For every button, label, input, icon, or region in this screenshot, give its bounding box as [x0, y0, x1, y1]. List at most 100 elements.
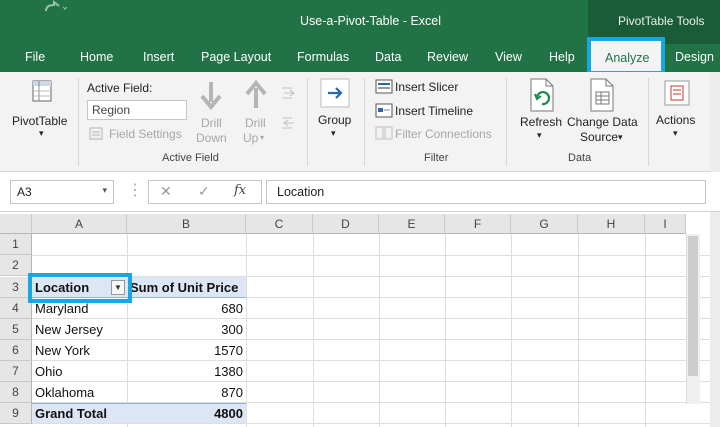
pivot-row-value[interactable]: 680 — [130, 298, 243, 319]
insert-function-icon[interactable]: fx — [234, 183, 246, 198]
pivottable-button-label[interactable]: PivotTable — [12, 114, 67, 128]
name-box-dropdown-icon[interactable]: ▾ — [102, 185, 107, 196]
row-header-9[interactable]: 9 — [0, 403, 32, 424]
group-icon[interactable] — [320, 78, 350, 111]
window-edge — [710, 72, 720, 427]
worksheet-grid[interactable] — [0, 214, 710, 427]
ribbon-separator — [307, 78, 308, 166]
formula-input[interactable]: Location — [266, 180, 706, 204]
row-header-8[interactable]: 8 — [0, 382, 32, 403]
ribbon-separator — [364, 78, 365, 166]
group-button-label[interactable]: Group — [318, 113, 351, 127]
grand-total-value[interactable]: 4800 — [130, 403, 243, 424]
change-data-source-label-line2[interactable]: Source — [580, 130, 618, 144]
column-header-d[interactable]: D — [313, 214, 379, 234]
active-field-label: Active Field: — [87, 81, 153, 95]
column-header-f[interactable]: F — [445, 214, 511, 234]
document-title: Use-a-Pivot-Table - Excel — [300, 14, 442, 28]
column-header-c[interactable]: C — [246, 214, 313, 234]
filter-connections-icon — [375, 126, 393, 143]
pivot-row-value[interactable]: 1570 — [130, 340, 243, 361]
pivottable-icon[interactable] — [32, 80, 52, 105]
change-data-source-icon[interactable] — [588, 78, 618, 115]
refresh-dropdown-icon[interactable]: ▾ — [537, 130, 542, 141]
actions-dropdown-icon[interactable]: ▾ — [673, 128, 678, 139]
tab-formulas[interactable]: Formulas — [297, 50, 349, 64]
tab-analyze[interactable]: Analyze — [605, 51, 649, 65]
column-header-a[interactable]: A — [32, 214, 127, 234]
tab-help[interactable]: Help — [549, 50, 575, 64]
insert-timeline-button[interactable]: Insert Timeline — [395, 104, 473, 118]
pivot-row-label[interactable]: New Jersey — [35, 319, 103, 340]
enter-formula-icon[interactable]: ✓ — [198, 183, 210, 200]
refresh-button-label[interactable]: Refresh — [520, 115, 562, 129]
drill-up-dropdown-icon[interactable]: ▾ — [260, 133, 264, 142]
pivot-row-label[interactable]: New York — [35, 340, 90, 361]
drill-up-label[interactable]: Drill — [245, 116, 266, 130]
tab-view[interactable]: View — [495, 50, 522, 64]
gridline — [445, 234, 446, 427]
pivot-row-value[interactable]: 1380 — [130, 361, 243, 382]
field-settings-icon — [89, 127, 103, 143]
collapse-field-icon[interactable] — [280, 116, 296, 133]
change-data-source-label[interactable]: Change Data — [567, 115, 638, 129]
pivot-row-value[interactable]: 300 — [130, 319, 243, 340]
pivot-row-label[interactable]: Ohio — [35, 361, 62, 382]
tab-home[interactable]: Home — [80, 50, 113, 64]
expand-field-icon[interactable] — [280, 86, 296, 103]
vertical-scrollbar-thumb[interactable] — [688, 236, 698, 376]
insert-slicer-button[interactable]: Insert Slicer — [395, 80, 458, 94]
ribbon-separator — [78, 78, 79, 166]
gridline — [511, 234, 512, 427]
gridline — [32, 255, 710, 256]
ribbon-separator — [506, 78, 507, 166]
tab-data[interactable]: Data — [375, 50, 401, 64]
tab-page-layout[interactable]: Page Layout — [201, 50, 271, 64]
gridline — [645, 234, 646, 427]
drill-up-icon[interactable] — [243, 79, 269, 113]
tab-design[interactable]: Design — [675, 50, 714, 64]
actions-button-label[interactable]: Actions — [656, 113, 695, 127]
name-box[interactable]: A3 ▾ — [10, 180, 114, 204]
tab-file[interactable]: File — [25, 50, 45, 64]
gridline — [127, 234, 128, 427]
name-box-value: A3 — [17, 185, 32, 199]
gridline — [379, 234, 380, 427]
insert-timeline-icon[interactable] — [375, 103, 393, 121]
column-header-h[interactable]: H — [578, 214, 645, 234]
field-settings-button[interactable]: Field Settings — [109, 127, 182, 141]
drill-up-label-line2[interactable]: Up — [243, 131, 258, 145]
tab-insert[interactable]: Insert — [143, 50, 174, 64]
change-data-source-dropdown-icon[interactable]: ▾ — [618, 132, 623, 143]
column-header-g[interactable]: G — [511, 214, 578, 234]
insert-slicer-icon[interactable] — [375, 79, 393, 97]
row-header-1[interactable]: 1 — [0, 234, 32, 255]
drill-down-icon[interactable] — [198, 80, 224, 113]
row-header-6[interactable]: 6 — [0, 340, 32, 361]
row-header-5[interactable]: 5 — [0, 319, 32, 340]
column-header-e[interactable]: E — [379, 214, 445, 234]
actions-icon[interactable] — [664, 80, 690, 109]
group-dropdown-icon[interactable]: ▾ — [331, 128, 336, 139]
pivot-row-label[interactable]: Maryland — [35, 298, 88, 319]
tab-review[interactable]: Review — [427, 50, 468, 64]
active-field-input[interactable] — [87, 100, 187, 120]
pivot-row-value[interactable]: 870 — [130, 382, 243, 403]
select-all-corner[interactable] — [0, 214, 32, 234]
pivottable-dropdown-icon[interactable]: ▾ — [39, 128, 44, 139]
pivot-row-label[interactable]: Oklahoma — [35, 382, 94, 403]
column-header-b[interactable]: B — [127, 214, 246, 234]
grand-total-label[interactable]: Grand Total — [35, 403, 107, 424]
row-header-7[interactable]: 7 — [0, 361, 32, 382]
pivot-header-sum[interactable]: Sum of Unit Price — [130, 277, 238, 298]
drill-down-label[interactable]: Drill — [201, 116, 222, 130]
drill-down-label-line2[interactable]: Down — [196, 131, 227, 145]
active-field-group-label: Active Field — [162, 152, 219, 164]
redo-icon[interactable] — [44, 0, 70, 19]
filter-connections-button[interactable]: Filter Connections — [395, 127, 492, 141]
gridline — [313, 234, 314, 427]
gridline — [578, 234, 579, 427]
refresh-icon[interactable] — [528, 78, 556, 115]
cancel-formula-icon[interactable]: ✕ — [160, 183, 172, 200]
column-header-i[interactable]: I — [645, 214, 686, 234]
